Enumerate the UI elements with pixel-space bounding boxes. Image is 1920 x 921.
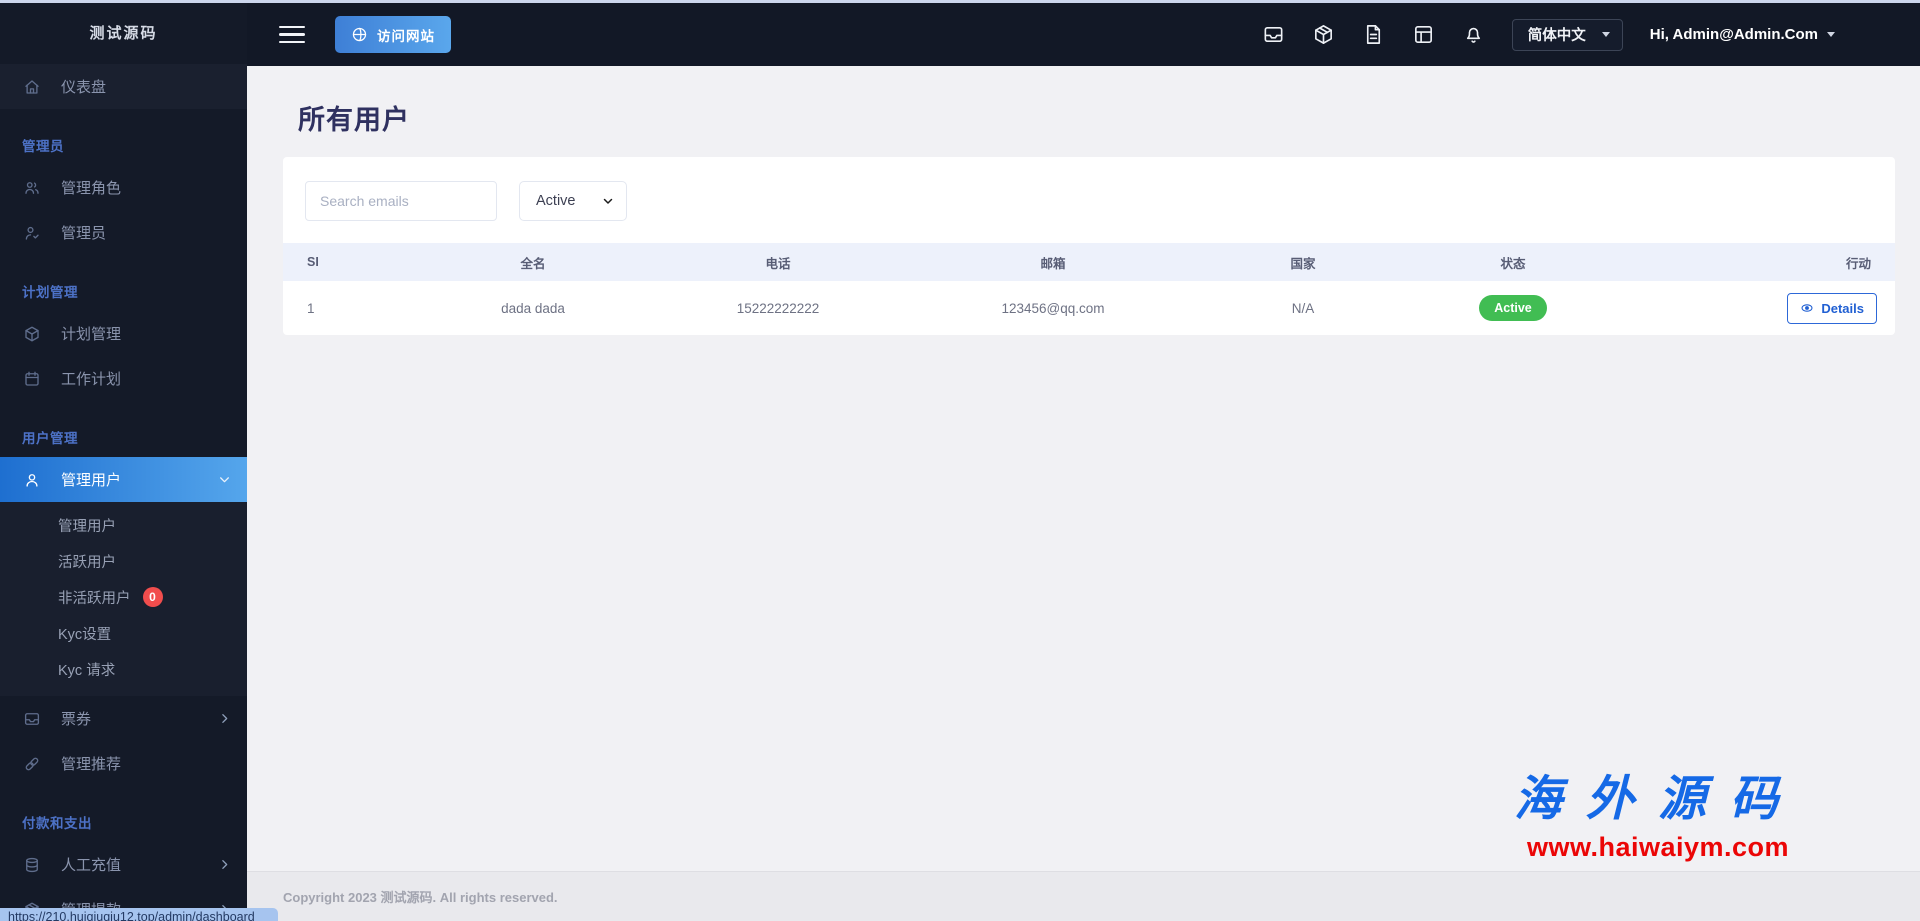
submenu-item-label: Kyc 请求 (58, 662, 116, 679)
table-row: 1 dada dada 15222222222 123456@qq.com N/… (283, 281, 1895, 335)
brand-title: 测试源码 (89, 24, 158, 42)
footer: Copyright 2023 测试源码. All rights reserved… (247, 871, 1920, 921)
file-text-icon[interactable] (1362, 23, 1385, 46)
submenu-item-label: 非活跃用户 (58, 590, 131, 607)
column-header-status: 状态 (1403, 243, 1623, 281)
cell-si: 1 (307, 300, 315, 316)
sidebar-item-label: 计划管理 (61, 326, 122, 343)
sidebar-section-admin: 管理员 (22, 139, 64, 154)
submenu-item-kyc-requests[interactable]: Kyc 请求 (0, 651, 247, 687)
column-header-fullname: 全名 (413, 243, 653, 281)
chevron-down-icon (218, 473, 231, 486)
sidebar-item-label: 管理角色 (61, 180, 122, 197)
sidebar-item-plan-manage[interactable]: 计划管理 (0, 311, 247, 356)
submenu-item-active-users[interactable]: 活跃用户 (0, 543, 247, 579)
sidebar-item-referrals[interactable]: 管理推荐 (0, 741, 247, 786)
sidebar-item-manage-roles[interactable]: 管理角色 (0, 165, 247, 210)
column-header-action: 行动 (1623, 243, 1895, 281)
top-navbar: 访问网站 简体中文 Hi, Admin@Admin.Com (247, 3, 1920, 66)
user-menu[interactable]: Hi, Admin@Admin.Com (1650, 26, 1835, 43)
users-card: Active SI 全名 电话 邮箱 国家 状态 行动 1 (283, 157, 1895, 335)
submenu-item-label: 活跃用户 (58, 554, 116, 571)
user-label: Hi, Admin@Admin.Com (1649, 26, 1818, 43)
top-edge-strip (0, 0, 1920, 3)
sidebar-item-admins[interactable]: 管理员 (0, 210, 247, 255)
status-filter-select[interactable]: Active (519, 181, 627, 221)
eye-icon (1801, 304, 1813, 312)
submenu-item-kyc-settings[interactable]: Kyc设置 (0, 615, 247, 651)
page-title: 所有用户 (298, 105, 410, 135)
column-header-country: 国家 (1203, 243, 1403, 281)
cell-fullname: dada dada (501, 300, 565, 316)
table-layout-icon[interactable] (1412, 23, 1435, 46)
status-badge: Active (1479, 295, 1547, 321)
column-header-email: 邮箱 (903, 243, 1203, 281)
sidebar-section-payments: 付款和支出 (22, 816, 92, 831)
cell-phone: 15222222222 (736, 300, 820, 316)
copyright-text: Copyright 2023 测试源码. All rights reserved… (283, 890, 558, 905)
link-icon (23, 755, 41, 773)
sidebar-item-manual-deposit[interactable]: 人工充值 (0, 842, 247, 887)
language-select[interactable]: 简体中文 (1511, 18, 1623, 51)
sidebar-section-plan: 计划管理 (22, 285, 78, 300)
chevron-down-icon (603, 198, 613, 204)
column-header-phone: 电话 (653, 243, 903, 281)
cell-country: N/A (1291, 300, 1315, 316)
sidebar-item-label: 管理推荐 (61, 756, 122, 773)
users-table: SI 全名 电话 邮箱 国家 状态 行动 1 dada dada 1522222… (283, 243, 1895, 335)
submenu-item-label: 管理用户 (58, 518, 116, 535)
sidebar-item-dashboard[interactable]: 仪表盘 (0, 64, 247, 109)
status-filter-value: Active (536, 193, 576, 209)
details-label: Details (1821, 300, 1864, 316)
sidebar-item-label: 票券 (61, 711, 92, 728)
caret-down-icon (1601, 32, 1610, 37)
filter-row: Active (283, 157, 1895, 243)
cell-action: Details (1623, 281, 1895, 335)
bell-icon[interactable] (1462, 23, 1485, 46)
sidebar-item-label: 管理员 (61, 225, 107, 242)
globe-icon (351, 26, 368, 43)
sidebar-item-label: 仪表盘 (61, 79, 107, 96)
cell-email: 123456@qq.com (1001, 300, 1105, 316)
inactive-users-badge: 0 (142, 587, 163, 607)
users-icon (23, 179, 41, 197)
table-header-row: SI 全名 电话 邮箱 国家 状态 行动 (283, 243, 1895, 281)
language-label: 简体中文 (1527, 28, 1586, 44)
status-bar-url: https://210.huiqiuqiu12.top/admin/dashbo… (8, 910, 255, 921)
submenu-item-label: Kyc设置 (58, 626, 112, 643)
user-icon (23, 471, 41, 489)
sidebar-item-label: 人工充值 (61, 857, 122, 874)
cell-status: Active (1403, 281, 1623, 335)
chevron-right-icon (218, 858, 231, 871)
sidebar-item-work-plan[interactable]: 工作计划 (0, 356, 247, 401)
submenu-item-manage-users[interactable]: 管理用户 (0, 507, 247, 543)
details-button[interactable]: Details (1787, 292, 1877, 324)
sidebar-item-label: 管理用户 (61, 472, 122, 489)
home-icon (23, 78, 41, 96)
sidebar-item-tickets[interactable]: 票券 (0, 696, 247, 741)
package-icon[interactable] (1312, 23, 1335, 46)
search-input[interactable] (305, 181, 497, 221)
column-header-si: SI (283, 243, 413, 281)
user-check-icon (23, 224, 41, 242)
inbox-icon (23, 710, 41, 728)
chevron-right-icon (218, 712, 231, 725)
menu-toggle-icon[interactable] (279, 21, 305, 49)
browser-status-bar: https://210.huiqiuqiu12.top/admin/dashbo… (0, 908, 278, 921)
manage-users-submenu: 管理用户 活跃用户 非活跃用户 0 Kyc设置 Kyc 请求 (0, 502, 247, 696)
submenu-item-inactive-users[interactable]: 非活跃用户 0 (0, 579, 247, 615)
inbox-icon[interactable] (1262, 23, 1285, 46)
caret-down-icon (1827, 32, 1835, 37)
sidebar: 测试源码 仪表盘 管理员 管理角色 管理员 计划管理 计划管理 工作计划 用户管… (0, 0, 247, 921)
main-content: 所有用户 Active SI 全名 电话 邮箱 国家 状态 行动 (247, 0, 1920, 921)
sidebar-item-label: 工作计划 (61, 371, 122, 388)
visit-site-button[interactable]: 访问网站 (335, 16, 451, 53)
sidebar-item-manage-users[interactable]: 管理用户 (0, 457, 247, 502)
database-icon (23, 856, 41, 874)
calendar-icon (23, 370, 41, 388)
sidebar-section-users: 用户管理 (22, 431, 78, 446)
visit-site-label: 访问网站 (377, 28, 435, 44)
cube-icon (23, 325, 41, 343)
